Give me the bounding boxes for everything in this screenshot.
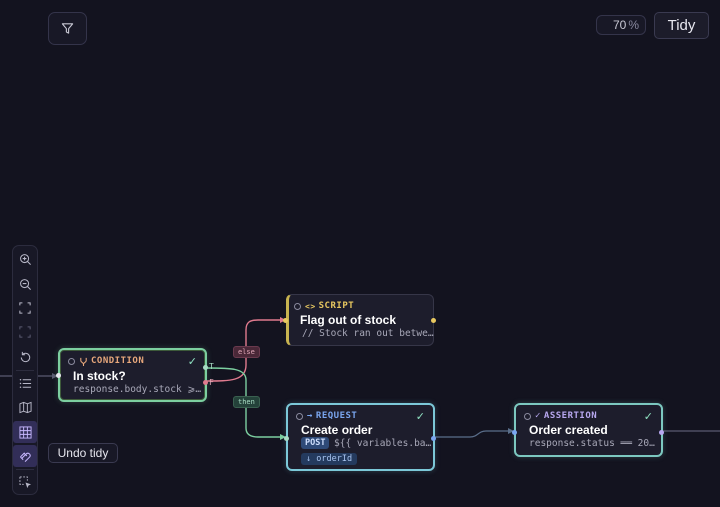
check-icon: ✓ — [187, 356, 197, 368]
filter-icon — [61, 23, 74, 34]
zoom-value: 70 — [612, 18, 627, 32]
then-edge-label: then — [233, 396, 260, 408]
http-method-badge: POST — [301, 437, 330, 449]
grid-snap-button[interactable] — [13, 421, 37, 443]
minimap-button[interactable] — [13, 396, 37, 418]
node-title: Create order — [301, 423, 373, 437]
canvas-toolbar — [12, 245, 38, 495]
check-small-icon: ✓ — [535, 411, 541, 421]
output-port[interactable] — [659, 430, 664, 435]
input-port[interactable] — [284, 436, 289, 441]
else-edge-label: else — [233, 346, 260, 358]
output-port[interactable] — [431, 436, 436, 441]
node-type-label: CONDITION — [91, 356, 145, 366]
input-port[interactable] — [56, 373, 61, 378]
filter-button[interactable] — [48, 12, 87, 45]
request-node[interactable]: → REQUEST ✓ Create order POST ${{ variab… — [284, 403, 436, 471]
select-area-icon — [18, 475, 31, 488]
fit-selection-icon — [19, 326, 31, 338]
script-node[interactable]: <> SCRIPT Flag out of stock // Stock ran… — [283, 294, 436, 346]
node-header: CONDITION — [68, 356, 144, 366]
node-type-label: ASSERTION — [543, 411, 598, 421]
node-title: Order created — [529, 423, 608, 437]
request-to-assertion-edge — [435, 430, 508, 438]
fit-view-button[interactable] — [13, 297, 37, 319]
node-type-label: REQUEST — [315, 411, 358, 421]
grid-icon — [18, 425, 32, 439]
node-title: In stock? — [73, 369, 126, 383]
code-icon: <> — [305, 301, 316, 311]
list-view-button[interactable] — [13, 372, 37, 394]
undo-tidy-button[interactable]: Undo tidy — [48, 443, 118, 463]
assertion-node[interactable]: ✓ ASSERTION ✓ Order created response.sta… — [512, 403, 664, 457]
node-title: Flag out of stock — [300, 313, 396, 327]
zoom-in-icon — [19, 253, 31, 265]
node-header: ✓ ASSERTION — [524, 411, 597, 421]
input-port[interactable] — [283, 318, 288, 323]
map-icon — [18, 401, 32, 413]
zoom-level[interactable]: 70 % — [596, 15, 646, 35]
true-output-port[interactable] — [203, 365, 208, 370]
branch-icon — [80, 357, 87, 366]
node-code-preview: // Stock ran out betwe… — [302, 328, 434, 339]
output-port[interactable] — [431, 318, 436, 323]
condition-node[interactable]: CONDITION ✓ In stock? response.body.stoc… — [56, 348, 214, 402]
status-ring-icon — [294, 302, 301, 310]
status-ring-icon — [68, 357, 75, 365]
check-icon: ✓ — [415, 411, 425, 423]
request-url: ${{ variables.ba… — [334, 438, 432, 449]
status-ring-icon — [296, 412, 303, 420]
extracted-variable: ↓ orderId — [301, 453, 358, 465]
input-port[interactable] — [512, 430, 517, 435]
list-icon — [19, 378, 31, 388]
select-area-button[interactable] — [13, 471, 37, 493]
toolbar-divider — [16, 469, 34, 470]
false-output-port[interactable] — [203, 380, 208, 385]
node-header: → REQUEST — [296, 411, 357, 421]
tidy-button[interactable]: Tidy — [654, 12, 709, 39]
zoom-out-icon — [19, 278, 31, 290]
zoom-in-button[interactable] — [13, 248, 37, 270]
fit-selection-button[interactable] — [13, 321, 37, 343]
node-header: <> SCRIPT — [294, 301, 354, 311]
then-edge — [245, 380, 280, 438]
true-port-label: T — [209, 362, 214, 371]
magnet-icon — [19, 451, 31, 462]
zoom-out-button[interactable] — [13, 273, 37, 295]
assertion-expression: response.status ══ 20… — [529, 438, 655, 449]
arrow-right-icon: → — [307, 411, 313, 421]
node-expression: response.body.stock ⩾… — [73, 384, 202, 395]
zoom-unit: % — [628, 18, 639, 32]
magnet-button[interactable] — [13, 445, 37, 467]
false-port-label: F — [209, 378, 214, 387]
reset-icon — [20, 351, 30, 362]
reset-button[interactable] — [13, 346, 37, 368]
check-icon: ✓ — [643, 411, 653, 423]
status-ring-icon — [524, 412, 531, 420]
node-type-label: SCRIPT — [318, 301, 355, 311]
toolbar-divider — [16, 370, 34, 371]
fit-view-icon — [19, 302, 31, 314]
